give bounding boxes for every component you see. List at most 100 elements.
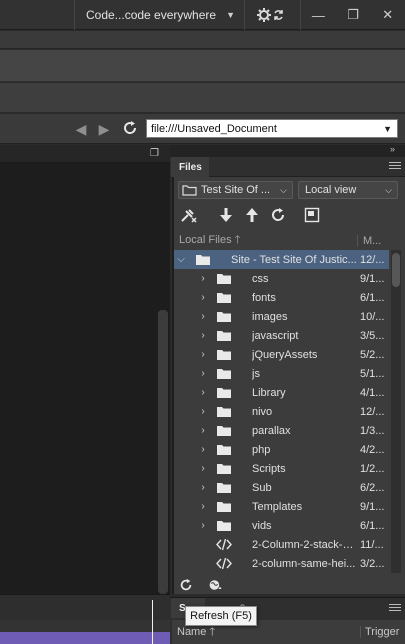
chevron-right-icon[interactable]: › — [198, 406, 208, 417]
files-scrollbar[interactable] — [391, 250, 401, 573]
code-file-icon — [216, 538, 232, 551]
chevron-right-icon[interactable]: › — [198, 520, 208, 531]
folder-icon — [216, 329, 232, 342]
sync-settings-button[interactable] — [244, 0, 296, 30]
panel-menu-icon[interactable] — [389, 604, 401, 613]
connect-disconnect-icon[interactable] — [180, 206, 198, 224]
folder-modified: 9/1... — [360, 500, 385, 513]
site-select-value: Test Site Of ... — [201, 184, 271, 196]
modified-header[interactable]: M... — [357, 234, 381, 247]
chevron-down-icon[interactable]: ⌵ — [176, 254, 186, 265]
folder-name: nivo — [252, 405, 273, 418]
folder-row[interactable]: › images 10/... — [174, 307, 389, 326]
site-select[interactable]: Test Site Of ... ⌵ — [178, 181, 293, 199]
file-name: 2-Column-2-stack-N... — [252, 538, 357, 551]
url-field[interactable]: file:///Unsaved_Document ▼ — [146, 119, 398, 138]
chevron-right-icon[interactable]: › — [198, 482, 208, 493]
document-canvas[interactable] — [0, 145, 170, 594]
folder-modified: 10/... — [360, 310, 385, 323]
tab-files[interactable]: Files — [171, 157, 209, 177]
folder-row[interactable]: › nivo 12/... — [174, 402, 389, 421]
get-files-icon[interactable] — [217, 206, 235, 224]
folder-row[interactable]: › fonts 6/1... — [174, 288, 389, 307]
site-root-row[interactable]: ⌵ Site - Test Site Of Justic... 12/... — [174, 250, 389, 269]
chevron-right-icon[interactable]: › — [198, 330, 208, 341]
collapse-icon[interactable]: » — [390, 144, 395, 154]
refresh-icon[interactable] — [178, 577, 194, 593]
folder-name: js — [252, 367, 260, 380]
window-controls: — ❐ ✕ — [300, 0, 405, 30]
site-root-label: Site - Test Site Of Justic... — [231, 253, 357, 266]
folder-row[interactable]: › jQueryAssets 5/2... — [174, 345, 389, 364]
close-icon: ✕ — [382, 7, 394, 22]
file-row[interactable]: 2-column-same-hei... 3/2... — [174, 554, 389, 573]
folder-icon — [216, 367, 232, 380]
trigger-column-header[interactable]: Trigger — [360, 626, 399, 638]
folder-icon — [216, 500, 232, 513]
chevron-right-icon[interactable]: › — [198, 501, 208, 512]
folder-icon — [182, 185, 197, 196]
folder-row[interactable]: › vids 6/1... — [174, 516, 389, 535]
folder-name: Templates — [252, 500, 303, 513]
folder-modified: 4/2... — [360, 443, 385, 456]
file-row[interactable]: 2-Column-2-stack-N... 11/... — [174, 535, 389, 554]
url-text: file:///Unsaved_Document — [151, 122, 277, 135]
folder-row[interactable]: › js 5/1... — [174, 364, 389, 383]
restore-panel-icon[interactable]: ❐ — [150, 148, 161, 159]
chevron-right-icon[interactable]: › — [198, 349, 208, 360]
files-scrollbar-thumb[interactable] — [392, 253, 400, 287]
folder-icon — [216, 462, 232, 475]
browser-refresh-icon[interactable] — [121, 119, 139, 137]
folder-icon — [216, 310, 232, 323]
workspace-switcher[interactable]: Code...code everywhere ▼ — [74, 0, 240, 30]
folder-name: Library — [252, 386, 286, 399]
file-tree: ⌵ Site - Test Site Of Justic... 12/... ›… — [174, 250, 389, 573]
chevron-right-icon[interactable]: › — [198, 387, 208, 398]
minimize-icon: — — [311, 7, 325, 23]
canvas-scrollbar[interactable] — [158, 310, 168, 594]
chevron-down-icon: ⌵ — [385, 184, 392, 195]
toolbar-area — [0, 50, 405, 82]
local-files-header[interactable]: Local Files 🡑 — [174, 231, 357, 250]
playhead[interactable] — [152, 600, 153, 644]
folder-row[interactable]: › javascript 3/5... — [174, 326, 389, 345]
refresh-icon[interactable] — [269, 206, 287, 224]
folder-row[interactable]: › Sub 6/2... — [174, 478, 389, 497]
folder-row[interactable]: › php 4/2... — [174, 440, 389, 459]
restore-icon: ❐ — [347, 7, 359, 22]
minimize-button[interactable]: — — [301, 0, 336, 30]
folder-row[interactable]: › Library 4/1... — [174, 383, 389, 402]
folder-icon — [216, 272, 232, 285]
chevron-right-icon[interactable]: › — [198, 444, 208, 455]
close-button[interactable]: ✕ — [370, 0, 405, 30]
back-arrow-icon[interactable]: ◀ — [73, 121, 89, 137]
chevron-down-icon: ▼ — [226, 10, 235, 20]
chevron-right-icon[interactable]: › — [198, 292, 208, 303]
put-files-icon[interactable] — [243, 206, 261, 224]
folder-name: vids — [252, 519, 272, 532]
view-select[interactable]: Local view ⌵ — [298, 181, 398, 199]
restore-button[interactable]: ❐ — [336, 0, 371, 30]
folder-row[interactable]: › Templates 9/1... — [174, 497, 389, 516]
folder-icon — [216, 481, 232, 494]
expand-panel-icon[interactable] — [303, 206, 321, 224]
canvas-header — [0, 145, 170, 163]
folder-row[interactable]: › Scripts 1/2... — [174, 459, 389, 478]
chevron-right-icon[interactable]: › — [198, 311, 208, 322]
chevron-right-icon[interactable]: › — [198, 425, 208, 436]
chevron-right-icon[interactable]: › — [198, 463, 208, 474]
folder-icon — [216, 386, 232, 399]
site-root-modified: 12/... — [360, 253, 385, 266]
chevron-down-icon[interactable]: ▼ — [383, 124, 392, 134]
globe-sync-icon[interactable] — [208, 577, 224, 593]
folder-row[interactable]: › parallax 1/3... — [174, 421, 389, 440]
panel-menu-icon[interactable] — [389, 162, 401, 171]
folder-row[interactable]: › css 9/1... — [174, 269, 389, 288]
forward-arrow-icon[interactable]: ▶ — [96, 121, 112, 137]
chevron-right-icon[interactable]: › — [198, 368, 208, 379]
folder-modified: 6/1... — [360, 519, 385, 532]
timeline-bar[interactable] — [0, 632, 170, 644]
folder-modified: 9/1... — [360, 272, 385, 285]
chevron-right-icon[interactable]: › — [198, 273, 208, 284]
folder-icon — [216, 348, 232, 361]
